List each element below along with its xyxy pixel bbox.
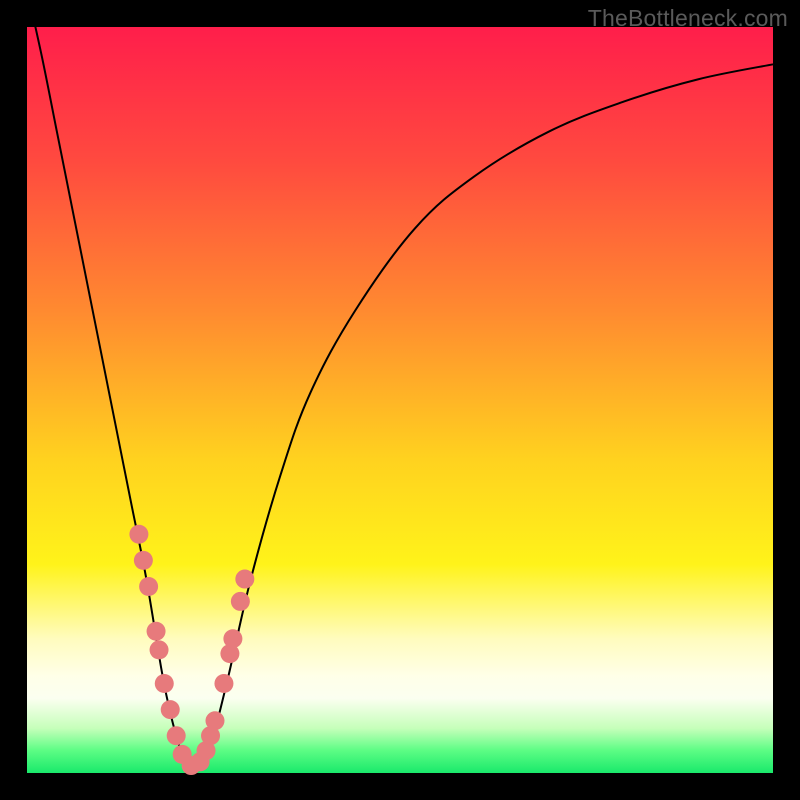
- highlight-marker: [139, 577, 158, 596]
- highlight-marker: [235, 570, 254, 589]
- highlight-marker: [150, 640, 169, 659]
- highlight-marker: [223, 629, 242, 648]
- highlight-markers: [129, 525, 254, 775]
- highlight-marker: [231, 592, 250, 611]
- highlight-marker: [129, 525, 148, 544]
- chart-frame: TheBottleneck.com: [0, 0, 800, 800]
- highlight-marker: [155, 674, 174, 693]
- highlight-marker: [214, 674, 233, 693]
- chart-svg: [27, 27, 773, 773]
- highlight-marker: [134, 551, 153, 570]
- highlight-marker: [167, 726, 186, 745]
- watermark-text: TheBottleneck.com: [588, 5, 788, 32]
- highlight-marker: [205, 711, 224, 730]
- highlight-marker: [147, 622, 166, 641]
- highlight-marker: [161, 700, 180, 719]
- bottleneck-curve: [27, 0, 773, 767]
